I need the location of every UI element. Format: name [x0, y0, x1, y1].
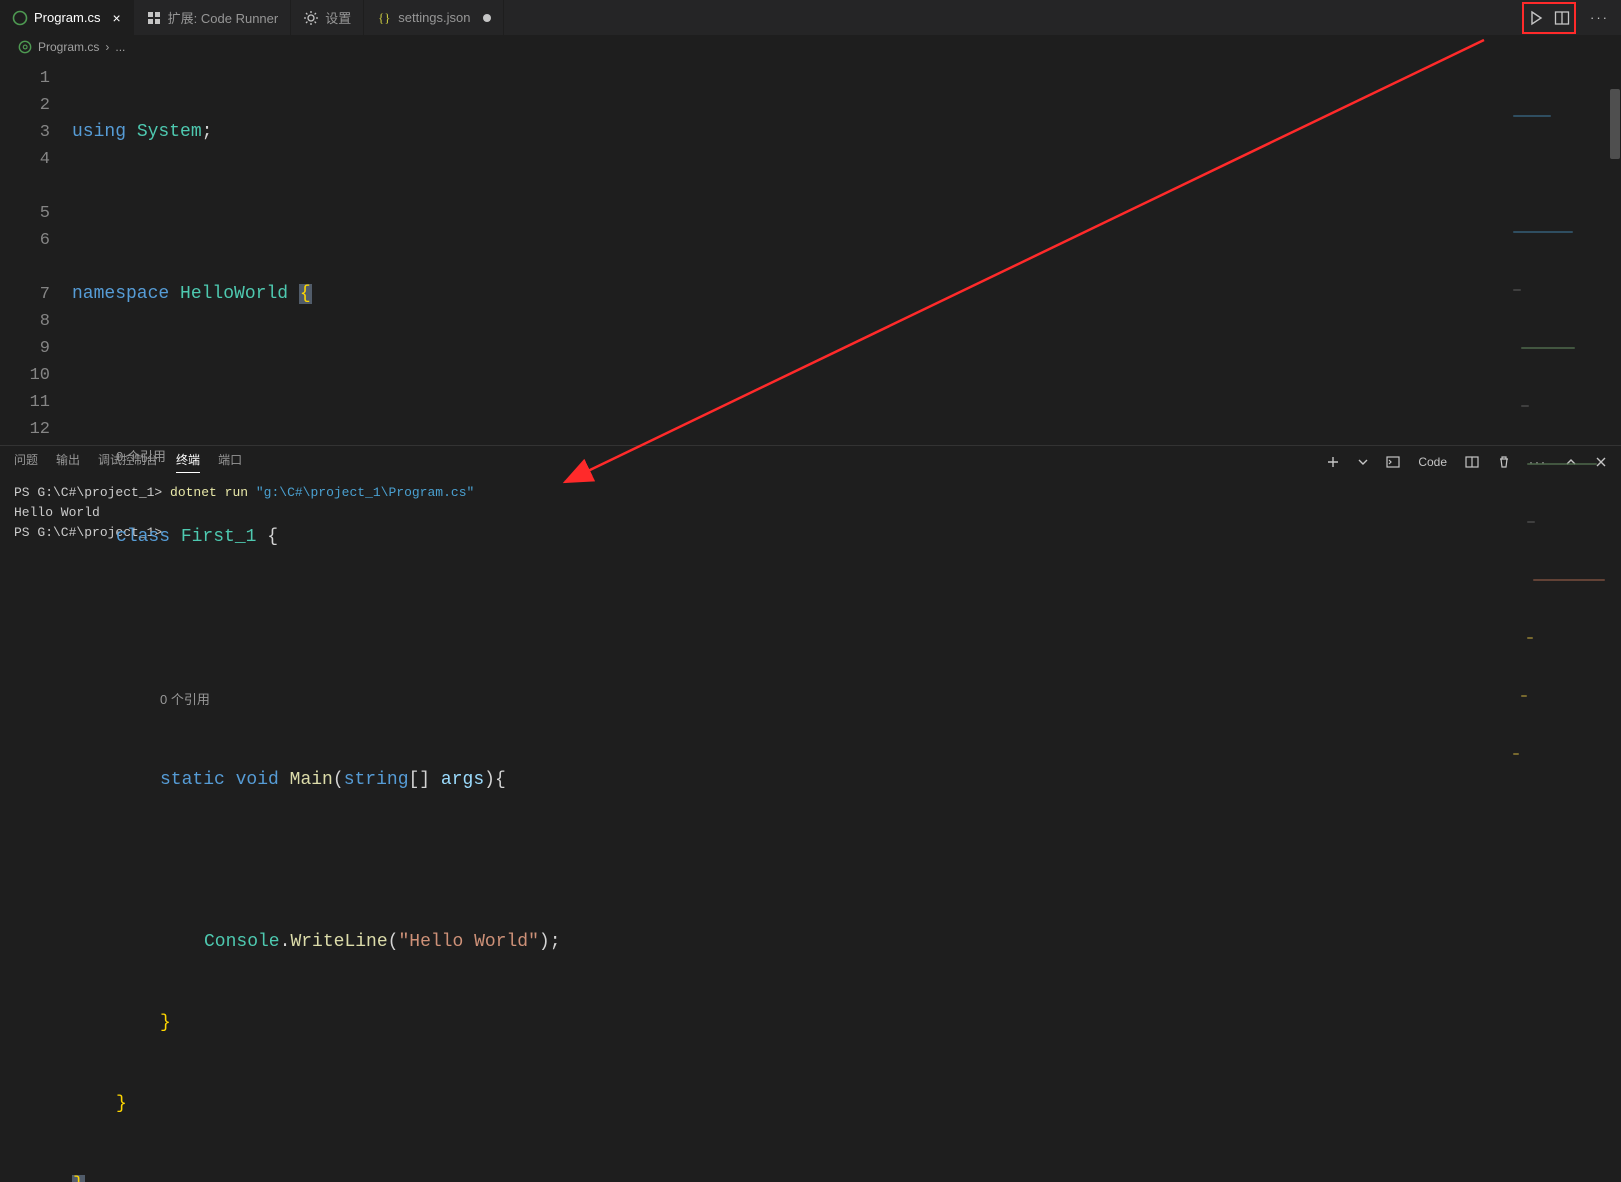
- code-area[interactable]: using System; namespace HelloWorld { 0 个…: [72, 59, 1621, 445]
- dirty-dot-icon: [483, 14, 491, 22]
- tab-label: settings.json: [398, 10, 470, 25]
- tab-label: 设置: [325, 8, 351, 27]
- tab-0[interactable]: Program.cs ×: [0, 0, 134, 35]
- breadcrumb-more: ...: [115, 40, 125, 54]
- tab-actions: ···: [1522, 0, 1621, 35]
- minimap[interactable]: [1513, 61, 1603, 121]
- breadcrumb[interactable]: Program.cs › ...: [0, 35, 1621, 59]
- editor-scrollbar[interactable]: [1607, 59, 1621, 445]
- json-icon: {}: [376, 10, 392, 26]
- codelens-main[interactable]: 0 个引用: [160, 686, 210, 713]
- close-icon[interactable]: ×: [112, 11, 120, 25]
- tab-bar: Program.cs × 扩展: Code Runner 设置 {} settings.j…: [0, 0, 1621, 35]
- chevron-right-icon: ›: [105, 40, 109, 54]
- csharp-icon: [12, 10, 28, 26]
- csharp-icon: [18, 40, 32, 54]
- run-icon[interactable]: [1528, 10, 1544, 26]
- gear-icon: [303, 10, 319, 26]
- panel-tab-problems[interactable]: 问题: [14, 451, 38, 472]
- split-editor-icon[interactable]: [1554, 10, 1570, 26]
- breadcrumb-file: Program.cs: [38, 40, 99, 54]
- codelens-class[interactable]: 0 个引用: [116, 443, 166, 470]
- annotation-run-highlight: [1522, 2, 1576, 34]
- line-gutter: 123456789101112: [0, 59, 72, 445]
- tab-label: 扩展: Code Runner: [168, 8, 279, 27]
- tab-3[interactable]: {} settings.json: [364, 0, 503, 35]
- more-icon[interactable]: ···: [1590, 10, 1609, 25]
- editor[interactable]: 123456789101112 using System; namespace …: [0, 59, 1621, 445]
- tab-label: Program.cs: [34, 10, 100, 25]
- ext-icon: [146, 10, 162, 26]
- tab-2[interactable]: 设置: [291, 0, 364, 35]
- tab-1[interactable]: 扩展: Code Runner: [134, 0, 292, 35]
